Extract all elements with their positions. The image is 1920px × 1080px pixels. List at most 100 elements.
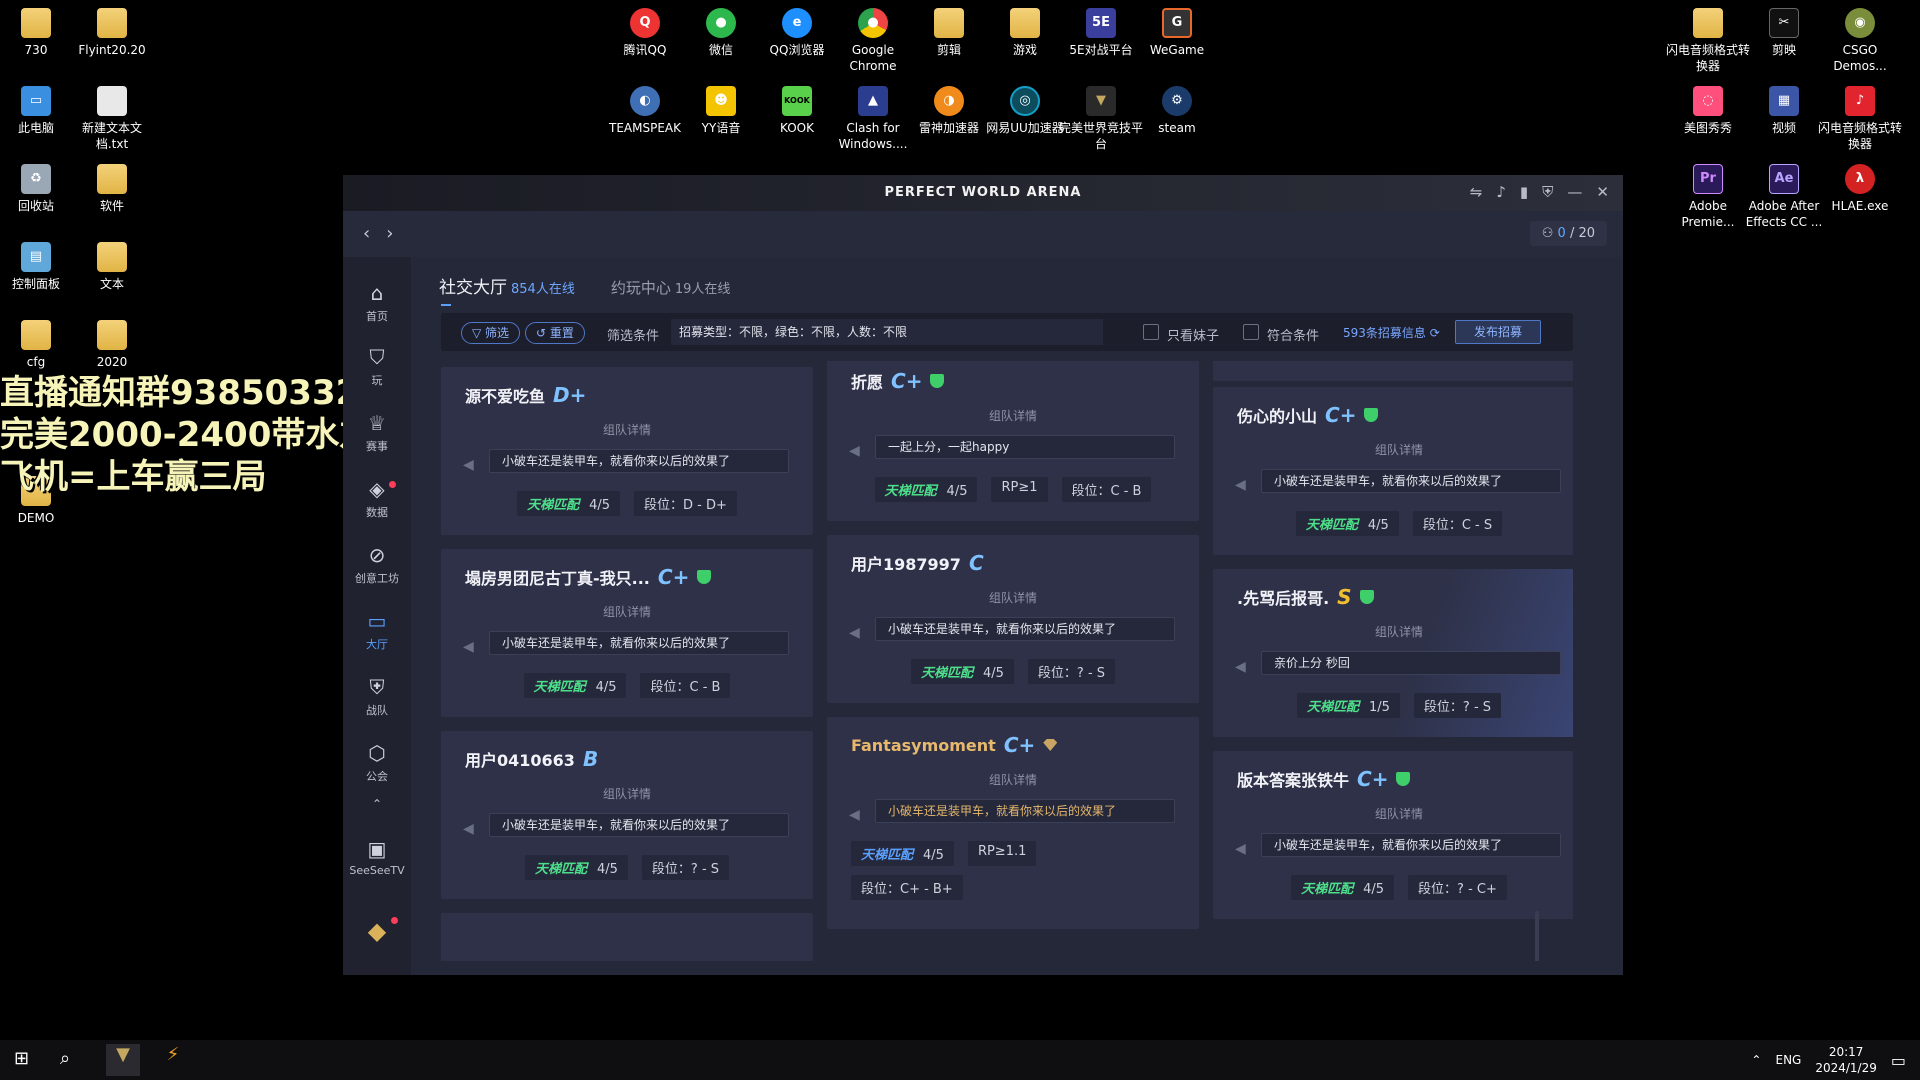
desktop-icon-kook[interactable]: KOOK KOOK: [754, 86, 840, 136]
recruit-card[interactable]: 版本答案张铁牛 C+ 组队详情 ◀ 小破车还是装甲车，就看你来以后的效果了 天梯匹…: [1213, 751, 1573, 919]
collapse-chevron-icon[interactable]: ⌃: [343, 797, 411, 811]
desktop-icon-steam[interactable]: ⚙ steam: [1134, 86, 1220, 136]
taskbar-app-icon[interactable]: ⚡: [156, 1044, 190, 1076]
overlay-line: 直播通知群93850332: [0, 373, 360, 413]
party-counter[interactable]: ⚇ 0 / 20: [1529, 221, 1607, 246]
desktop-icon-perfect-world[interactable]: ▼ 完美世界竞技平台: [1058, 86, 1144, 152]
recruit-card[interactable]: 源不爱吃鱼 D+ 组队详情 ◀ 小破车还是装甲车，就看你来以后的效果了 天梯匹配 4…: [441, 367, 813, 535]
desktop-icon-jianying[interactable]: ✂ 剪映: [1741, 8, 1827, 58]
recruit-card[interactable]: 伤心的小山 C+ 组队详情 ◀ 小破车还是装甲车，就看你来以后的效果了 天梯匹配 4…: [1213, 387, 1573, 555]
minimize-button[interactable]: —: [1567, 183, 1582, 201]
desktop-icon-recycle-bin[interactable]: ♻ 回收站: [0, 164, 79, 214]
notification-icon[interactable]: ▭: [1891, 1051, 1906, 1070]
desktop-icon-after-effects[interactable]: Ae Adobe After Effects CC ...: [1741, 164, 1827, 230]
team-details-link[interactable]: 组队详情: [1213, 623, 1573, 640]
recruit-card[interactable]: .先骂后报哥. S 组队详情 ◀ 亲价上分 秒回 天梯匹配 1/5 段位：? - S: [1213, 569, 1573, 737]
desktop-icon-leishen[interactable]: ◑ 雷神加速器: [906, 86, 992, 136]
reset-button[interactable]: ↺ 重置: [525, 322, 585, 344]
recruit-card-partial[interactable]: [441, 913, 813, 961]
sidebar-item-guild[interactable]: ⬡ 公会: [343, 741, 411, 784]
only-girls-checkbox[interactable]: [1143, 324, 1159, 340]
sidebar-item-team[interactable]: ⛨ 战队: [343, 675, 411, 718]
desktop-icon-edit-folder[interactable]: 剪辑: [906, 8, 992, 58]
team-details-link[interactable]: 组队详情: [441, 421, 813, 438]
desktop-icon-chrome[interactable]: ● Google Chrome: [830, 8, 916, 74]
qq-browser-icon: e: [782, 8, 812, 38]
filter-button[interactable]: ▽ 筛选: [461, 322, 521, 344]
desktop-icon-teamspeak[interactable]: ◐ TEAMSPEAK: [602, 86, 688, 136]
desktop-icon-730[interactable]: 730: [0, 8, 79, 58]
recruit-card[interactable]: 用户1987997 C 组队详情 ◀ 小破车还是装甲车，就看你来以后的效果了 天梯…: [827, 535, 1199, 703]
recruit-card[interactable]: 折愿 C+ 组队详情 ◀ 一起上分，一起happy 天梯匹配 4/5 RP≥1 段位：C…: [827, 361, 1199, 521]
team-details-link[interactable]: 组队详情: [827, 589, 1199, 606]
recruit-card[interactable]: Fantasymoment C+ 组队详情 ◀ 小破车还是装甲车，就看你来以后的效…: [827, 717, 1199, 929]
back-arrow-icon[interactable]: ‹: [363, 223, 370, 244]
filter-bar: ▽ 筛选 ↺ 重置 筛选条件 招募类型：不限，绿色：不限，人数：不限 只看妹子 …: [441, 313, 1573, 351]
language-indicator[interactable]: ENG: [1775, 1053, 1801, 1067]
sidebar-item-play[interactable]: ⛉ 玩: [343, 345, 411, 388]
desktop-icon-cfg[interactable]: cfg: [0, 320, 79, 370]
forward-arrow-icon[interactable]: ›: [386, 223, 393, 244]
sidebar-item-events[interactable]: ♕ 赛事: [343, 411, 411, 454]
desktop-icon-qq[interactable]: Q 腾讯QQ: [602, 8, 688, 58]
desktop-icon-video[interactable]: ▦ 视频: [1741, 86, 1827, 136]
scrollbar[interactable]: [1535, 911, 1539, 961]
desktop-icon-5e[interactable]: 5E 5E对战平台: [1058, 8, 1144, 58]
start-windows-icon[interactable]: ⊞: [14, 1048, 29, 1069]
desktop-icon-qq-browser[interactable]: e QQ浏览器: [754, 8, 840, 58]
refresh-icon[interactable]: ⟳: [1430, 326, 1440, 340]
recruit-card[interactable]: 塌房男团尼古丁真-我只... C+ 组队详情 ◀ 小破车还是装甲车，就看你来以后的…: [441, 549, 813, 717]
team-details-link[interactable]: 组队详情: [1213, 441, 1573, 458]
desktop-icon-uu[interactable]: ◎ 网易UU加速器: [982, 86, 1068, 136]
sidebar-item-home[interactable]: ⌂ 首页: [343, 281, 411, 324]
desktop-icon-games-folder[interactable]: 游戏: [982, 8, 1068, 58]
sidebar-item-seeseetv[interactable]: ▣ SeeSeeTV: [343, 837, 411, 877]
shield-check-icon[interactable]: ⛨: [1542, 183, 1553, 201]
desktop-icon-wegame[interactable]: G WeGame: [1134, 8, 1220, 58]
desktop-icon-clash[interactable]: ▲ Clash for Windows....: [830, 86, 916, 152]
team-details-link[interactable]: 组队详情: [1213, 805, 1573, 822]
verified-shield-icon: [697, 570, 712, 584]
desktop-icon-csgo-demos[interactable]: ◉ CSGO Demos...: [1817, 8, 1903, 74]
desktop-icon-audio-converter-folder[interactable]: 闪电音频格式转换器: [1665, 8, 1751, 74]
after-effects-icon: Ae: [1769, 164, 1799, 194]
tab-play-center[interactable]: 约玩中心 19人在线: [611, 277, 731, 298]
match-conditions-checkbox[interactable]: [1243, 324, 1259, 340]
desktop-icon-this-pc[interactable]: ▭ 此电脑: [0, 86, 79, 136]
recruit-card-partial[interactable]: [1213, 361, 1573, 381]
clock[interactable]: 20:17 2024/1/29: [1815, 1044, 1877, 1076]
close-button[interactable]: ✕: [1596, 183, 1609, 201]
tab-social-lobby[interactable]: 社交大厅 854人在线: [439, 273, 575, 298]
team-details-link[interactable]: 组队详情: [827, 771, 1199, 788]
desktop-icon-hlae[interactable]: λ HLAE.exe: [1817, 164, 1903, 214]
desktop-icon-premiere[interactable]: Pr Adobe Premie...: [1665, 164, 1751, 230]
sidebar-item-lobby[interactable]: ▭ 大厅: [343, 609, 411, 652]
swap-icon[interactable]: ⇋: [1470, 183, 1483, 201]
team-details-link[interactable]: 组队详情: [827, 407, 1199, 424]
tray-expand-icon[interactable]: ⌃: [1751, 1053, 1761, 1067]
publish-recruit-button[interactable]: 发布招募: [1455, 320, 1541, 344]
desktop-icon-audio-converter[interactable]: ♪ 闪电音频格式转换器: [1817, 86, 1903, 152]
filter-conditions-value[interactable]: 招募类型：不限，绿色：不限，人数：不限: [671, 319, 1103, 345]
desktop-icon-wechat[interactable]: ● 微信: [678, 8, 764, 58]
tab-online-count: 19人在线: [674, 282, 731, 297]
desktop-icon-yy[interactable]: ☻ YY语音: [678, 86, 764, 136]
desktop-icon-new-text[interactable]: 新建文本文档.txt: [69, 86, 155, 152]
sidebar-item-workshop[interactable]: ⊘ 创意工坊: [343, 543, 411, 586]
team-details-link[interactable]: 组队详情: [441, 603, 813, 620]
window-titlebar[interactable]: PERFECT WORLD ARENA ⇋ ♪ ▮ ⛨ — ✕: [343, 175, 1623, 211]
desktop-icon-2020[interactable]: 2020: [69, 320, 155, 370]
signal-icon[interactable]: ▮: [1520, 183, 1528, 201]
sidebar-item-data[interactable]: ◈ 数据: [343, 477, 411, 520]
desktop-icon-meitu[interactable]: ◌ 美图秀秀: [1665, 86, 1751, 136]
diamond-shop-icon[interactable]: ◆: [343, 917, 411, 945]
recruit-card[interactable]: 用户0410663 B 组队详情 ◀ 小破车还是装甲车，就看你来以后的效果了 天梯…: [441, 731, 813, 899]
taskbar-perfect-world-icon[interactable]: ▼: [106, 1044, 140, 1076]
desktop-icon-flyint[interactable]: Flyint20.20: [69, 8, 155, 58]
desktop-icon-control-panel[interactable]: ▤ 控制面板: [0, 242, 79, 292]
bell-icon[interactable]: ♪: [1496, 183, 1506, 201]
team-details-link[interactable]: 组队详情: [441, 785, 813, 802]
search-icon[interactable]: ⌕: [60, 1048, 70, 1069]
desktop-icon-software[interactable]: 软件: [69, 164, 155, 214]
desktop-icon-text[interactable]: 文本: [69, 242, 155, 292]
